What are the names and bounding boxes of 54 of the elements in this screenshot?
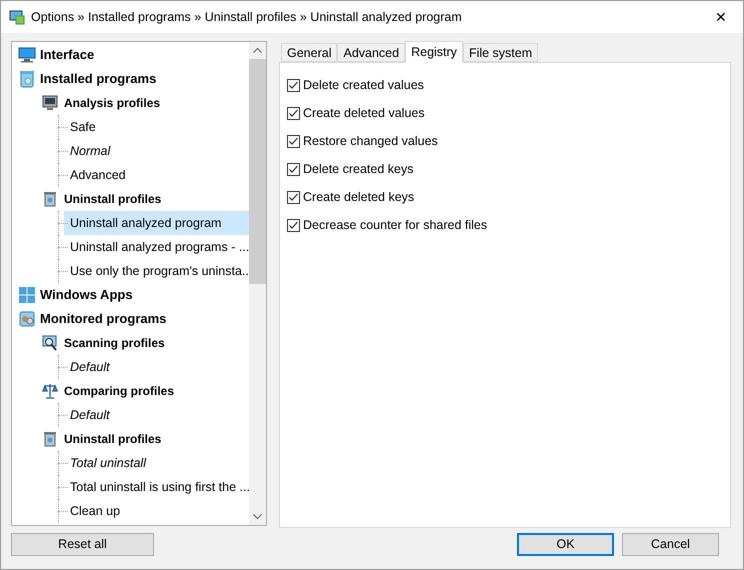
- tree-item[interactable]: Monitored programs: [12, 307, 249, 331]
- checkbox[interactable]: [287, 135, 300, 148]
- checkbox[interactable]: [287, 219, 300, 232]
- monitor-icon: [42, 95, 58, 111]
- tree-item[interactable]: Analysis profiles: [12, 91, 249, 115]
- monitor-icon: [18, 47, 36, 63]
- program-icon: [19, 311, 35, 327]
- tree-item[interactable]: Clean up: [64, 499, 249, 523]
- tiles-icon: [19, 287, 35, 303]
- bin-icon: [19, 70, 35, 88]
- tree-item[interactable]: Interface: [12, 43, 249, 67]
- tab[interactable]: Advanced: [337, 43, 406, 62]
- magnifier-icon: [42, 335, 58, 351]
- checkbox[interactable]: [287, 163, 300, 176]
- tree-item[interactable]: Use only the program's uninsta...: [64, 259, 249, 283]
- window-title: Options » Installed programs » Uninstall profiles » Uninstall analyzed program: [31, 8, 462, 26]
- ok-button[interactable]: OK: [517, 533, 614, 556]
- tree-item[interactable]: Comparing profiles: [12, 379, 249, 403]
- tree-item[interactable]: Default: [64, 403, 249, 427]
- scales-icon: [42, 383, 58, 399]
- checkbox-label: Delete created keys: [303, 161, 414, 178]
- checkbox-label: Delete created values: [303, 77, 424, 94]
- tree-item[interactable]: Installed programs: [12, 67, 249, 91]
- tab[interactable]: File system: [462, 43, 538, 62]
- trash-icon: [43, 191, 57, 207]
- tree-item[interactable]: Default: [64, 355, 249, 379]
- tree-item[interactable]: Windows Apps: [12, 283, 249, 307]
- checkbox-label: Decrease counter for shared files: [303, 217, 488, 234]
- tree-item[interactable]: Uninstall profiles: [12, 427, 249, 451]
- tree-item[interactable]: Total uninstall: [64, 451, 249, 475]
- tree-item[interactable]: Uninstall analyzed programs - ...: [64, 235, 249, 259]
- close-button[interactable]: ✕: [699, 1, 743, 33]
- chevron-up-icon[interactable]: [253, 48, 262, 53]
- checkbox[interactable]: [287, 107, 300, 120]
- tree-item[interactable]: Advanced: [64, 163, 249, 187]
- tree-item[interactable]: Uninstall analyzed program: [64, 211, 249, 235]
- tree-item[interactable]: Scanning profiles: [12, 331, 249, 355]
- checkbox[interactable]: [287, 191, 300, 204]
- app-icon: [9, 9, 25, 25]
- cancel-button[interactable]: Cancel: [622, 533, 719, 556]
- chevron-down-icon[interactable]: [253, 514, 262, 519]
- scrollbar[interactable]: [249, 42, 266, 525]
- checkbox-label: Restore changed values: [303, 133, 438, 150]
- tree-item[interactable]: Total uninstall is using first the ...: [64, 475, 249, 499]
- tab[interactable]: General: [281, 43, 338, 62]
- tree-item[interactable]: Uninstall profiles: [12, 187, 249, 211]
- checkbox[interactable]: [287, 79, 300, 92]
- checkbox-label: Create deleted keys: [303, 189, 414, 206]
- trash-icon: [43, 431, 57, 447]
- tree-item[interactable]: Normal: [64, 139, 249, 163]
- reset-all-button[interactable]: Reset all: [11, 533, 154, 556]
- tab[interactable]: Registry: [405, 41, 463, 63]
- checkbox-label: Create deleted values: [303, 105, 425, 122]
- tree-item[interactable]: Safe: [64, 115, 249, 139]
